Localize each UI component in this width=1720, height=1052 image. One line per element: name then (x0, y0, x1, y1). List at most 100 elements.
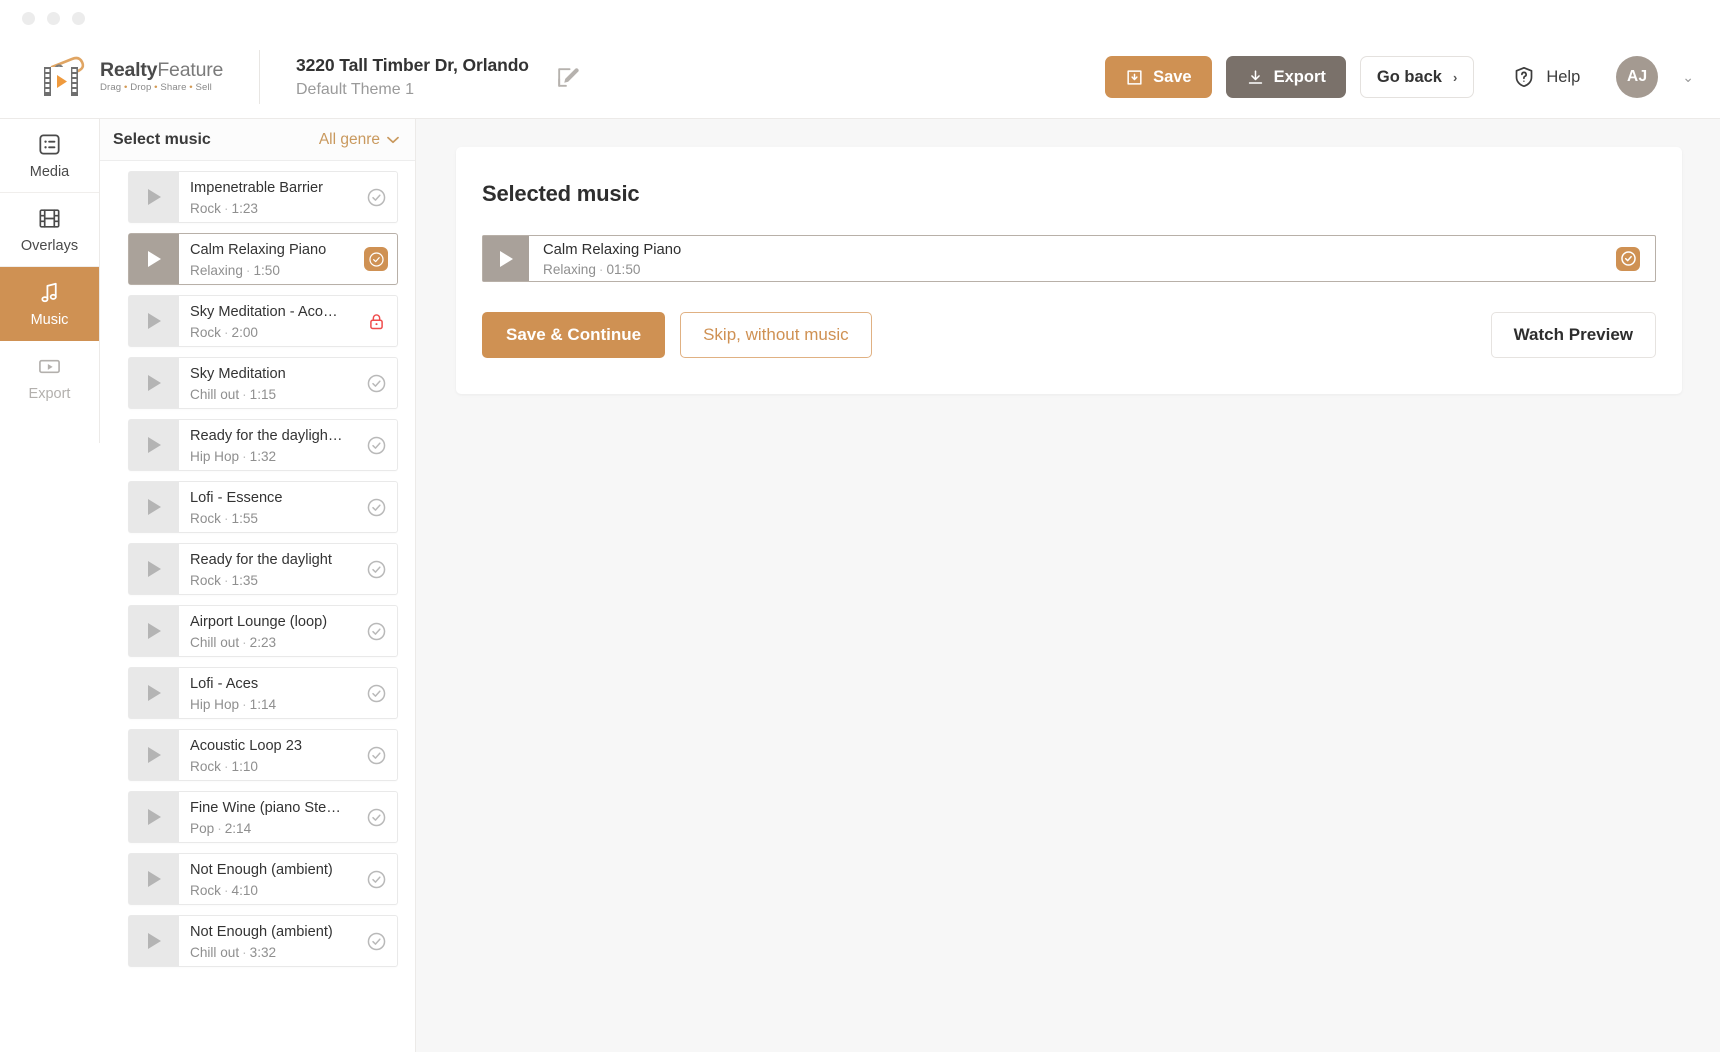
track-action[interactable] (355, 606, 397, 656)
track-play-button[interactable] (129, 606, 179, 656)
meta-separator: · (245, 263, 251, 278)
track-name: Not Enough (ambient) (190, 862, 333, 878)
track-row[interactable]: Calm Relaxing Piano Relaxing · 1:50 (128, 233, 398, 285)
track-play-button[interactable] (129, 916, 179, 966)
project-theme: Default Theme 1 (296, 81, 414, 98)
track-action[interactable] (355, 358, 397, 408)
track-genre: Rock (190, 511, 221, 526)
save-button[interactable]: Save (1105, 56, 1212, 98)
play-icon (147, 871, 161, 887)
chevron-down-icon[interactable]: ⌄ (1682, 69, 1694, 86)
play-icon (147, 499, 161, 515)
play-icon (147, 561, 161, 577)
track-row[interactable]: Lofi - Aces Hip Hop · 1:14 (128, 667, 398, 719)
sidebar-item-export-label: Export (28, 386, 71, 402)
track-action[interactable] (355, 420, 397, 470)
track-meta: Hip Hop · 1:32 (190, 449, 345, 464)
edit-project-icon[interactable] (555, 64, 581, 90)
sidebar-item-export[interactable]: Export (0, 341, 99, 415)
music-list-panel: Select music All genre Impenetrable Barr… (100, 119, 416, 1052)
track-play-button[interactable] (129, 172, 179, 222)
track-action[interactable] (355, 854, 397, 904)
track-genre: Chill out (190, 387, 240, 402)
meta-separator: · (223, 759, 229, 774)
track-play-button[interactable] (129, 420, 179, 470)
track-action[interactable] (355, 296, 397, 346)
track-info: Not Enough (ambient) Chill out · 3:32 (179, 916, 355, 966)
track-row[interactable]: Impenetrable Barrier Rock · 1:23 (128, 171, 398, 223)
meta-separator: · (242, 697, 247, 712)
track-play-button[interactable] (129, 730, 179, 780)
track-action[interactable] (355, 730, 397, 780)
project-title: 3220 Tall Timber Dr, Orlando (296, 55, 529, 75)
save-button-label: Save (1153, 67, 1192, 86)
avatar[interactable]: AJ (1616, 56, 1659, 98)
track-genre: Rock (190, 573, 221, 588)
track-play-button[interactable] (129, 358, 179, 408)
track-action[interactable] (355, 482, 397, 532)
track-name: Sky Meditation - Acoustic... (190, 304, 345, 320)
track-row[interactable]: Acoustic Loop 23 Rock · 1:10 (128, 729, 398, 781)
window-minimize-dot[interactable] (47, 11, 60, 25)
track-row[interactable]: Fine Wine (piano Stem 1) Pop · 2:14 (128, 791, 398, 843)
track-action[interactable] (355, 792, 397, 842)
window-close-dot[interactable] (22, 11, 35, 25)
track-play-button[interactable] (129, 234, 179, 284)
music-track-list[interactable]: Impenetrable Barrier Rock · 1:23 Calm Relaxi… (100, 161, 415, 977)
window-chrome (0, 0, 1720, 36)
go-back-label: Go back (1376, 67, 1442, 86)
skip-without-music-button[interactable]: Skip, without music (680, 312, 872, 358)
play-icon (147, 685, 161, 701)
track-row[interactable]: Lofi - Essence Rock · 1:55 (128, 481, 398, 533)
sidebar-item-overlays[interactable]: Overlays (0, 193, 99, 267)
check-icon (367, 498, 385, 516)
selected-track-genre: Relaxing (543, 262, 596, 277)
track-genre: Relaxing (190, 263, 243, 278)
track-play-button[interactable] (129, 854, 179, 904)
track-row[interactable]: Ready for the daylight (guitar.. Hip Hop·… (128, 419, 398, 471)
selected-track-name: Calm Relaxing Piano (543, 242, 682, 258)
window-maximize-dot[interactable] (72, 11, 85, 25)
track-genre: Chill out (190, 635, 240, 650)
sidebar-nav: Media Overlays Music Export (0, 119, 100, 443)
watch-preview-button[interactable]: Watch Preview (1490, 312, 1656, 358)
page-title: Selected music (482, 181, 640, 206)
save-and-continue-button[interactable]: Save & Continue (482, 312, 666, 358)
selected-track-action[interactable] (1601, 236, 1655, 281)
selected-track-play-button[interactable] (483, 236, 529, 281)
play-icon (147, 809, 161, 825)
track-action[interactable] (355, 916, 397, 966)
sidebar-item-media[interactable]: Media (0, 119, 99, 193)
track-duration: 2:14 (224, 821, 252, 836)
track-duration: 1:32 (249, 449, 277, 464)
brand-logo[interactable]: RealtyFeature Drag • Drop • Share • Sell (38, 51, 243, 103)
go-back-button[interactable]: Go back › (1359, 56, 1475, 98)
track-row[interactable]: Not Enough (ambient) Rock · 4:10 (128, 853, 398, 905)
track-row[interactable]: Not Enough (ambient) Chill out · 3:32 (128, 915, 398, 967)
track-play-button[interactable] (129, 296, 179, 346)
track-action[interactable] (355, 544, 397, 594)
save-download-icon (1127, 69, 1142, 85)
track-duration: 2:00 (231, 325, 258, 340)
sidebar-item-music[interactable]: Music (0, 267, 99, 341)
export-button[interactable]: Export (1225, 56, 1346, 98)
genre-filter-dropdown[interactable]: All genre (319, 131, 399, 149)
track-info: Ready for the daylight Rock · 1:35 (179, 544, 355, 594)
selected-track-info: Calm Relaxing Piano Relaxing · 01:50 (529, 236, 1601, 281)
track-action[interactable] (355, 668, 397, 718)
track-play-button[interactable] (129, 482, 179, 532)
track-row[interactable]: Ready for the daylight Rock · 1:35 (128, 543, 398, 595)
track-play-button[interactable] (129, 792, 179, 842)
track-play-button[interactable] (129, 668, 179, 718)
help-button[interactable]: Help (1512, 65, 1580, 89)
track-play-button[interactable] (129, 544, 179, 594)
meta-separator: · (242, 449, 247, 464)
track-action[interactable] (355, 172, 397, 222)
track-genre: Rock (190, 201, 221, 216)
track-row[interactable]: Sky Meditation - Acoustic... Rock·2:00 (128, 295, 398, 347)
track-action[interactable] (355, 234, 397, 284)
track-row[interactable]: Sky Meditation Chill out · 1:15 (128, 357, 398, 409)
selected-track-row[interactable]: Calm Relaxing Piano Relaxing · 01:50 (482, 235, 1656, 282)
track-row[interactable]: Airport Lounge (loop) Chill out · 2:23 (128, 605, 398, 657)
track-name: Lofi - Essence (190, 490, 283, 506)
